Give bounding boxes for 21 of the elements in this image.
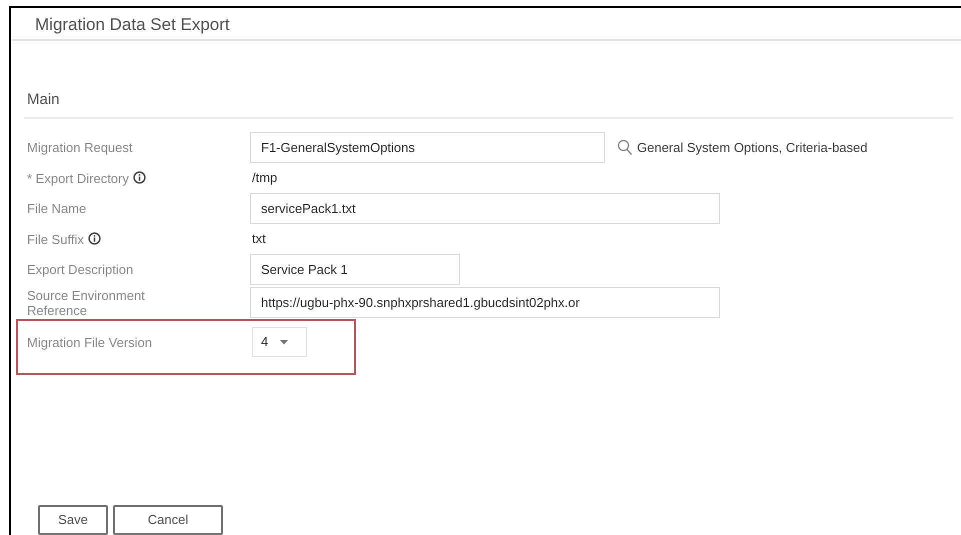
field-label: Source Environment Reference bbox=[27, 288, 146, 318]
field-value: txt bbox=[252, 230, 266, 248]
window-title: Migration Data Set Export bbox=[35, 14, 231, 36]
search-icon[interactable] bbox=[617, 139, 633, 156]
section-title: Main bbox=[27, 90, 61, 110]
field-value: /tmp bbox=[252, 169, 278, 188]
input-field[interactable]: Service Pack 1 bbox=[250, 254, 460, 285]
input-field[interactable]: F1-GeneralSystemOptions bbox=[250, 132, 605, 163]
save-button[interactable]: Save bbox=[38, 505, 108, 535]
lookup-description: General System Options, Criteria-based bbox=[637, 138, 868, 157]
version-dropdown[interactable]: 4 bbox=[252, 327, 307, 357]
field-label: File Name bbox=[27, 201, 86, 216]
field-label: Export Description bbox=[27, 262, 134, 277]
field-label: File Suffix bbox=[27, 232, 84, 246]
caret-icon bbox=[280, 340, 288, 344]
field-label: Migration File Version bbox=[27, 334, 152, 350]
input-field[interactable]: https://ugbu-phx-90.snphxprshared1.gbucdsint02phx.or bbox=[250, 287, 720, 318]
cancel-button[interactable]: Cancel bbox=[113, 505, 223, 535]
field-label: * Export Directory bbox=[27, 170, 129, 186]
input-field[interactable]: servicePack1.txt bbox=[250, 193, 720, 224]
field-label: Migration Request bbox=[27, 140, 132, 155]
